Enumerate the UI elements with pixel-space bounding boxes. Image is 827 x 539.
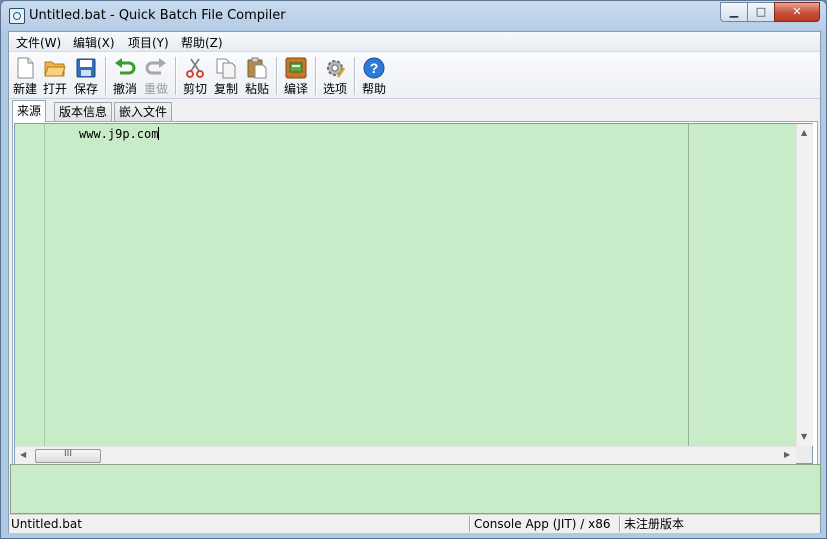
compile-box-icon bbox=[285, 57, 307, 79]
status-divider bbox=[619, 516, 620, 532]
help-button[interactable]: ? 帮助 bbox=[359, 55, 389, 97]
horizontal-scrollbar[interactable]: ◀ III ▶ bbox=[15, 446, 796, 464]
status-divider bbox=[469, 516, 470, 532]
cut-button[interactable]: 剪切 bbox=[180, 55, 210, 97]
caption-buttons: ▁ □ ✕ bbox=[720, 2, 820, 22]
status-mode: Console App (JIT) / x86 bbox=[474, 517, 611, 531]
window-title: Untitled.bat - Quick Batch File Compiler bbox=[29, 8, 286, 23]
options-gear-icon bbox=[327, 60, 346, 78]
menu-help[interactable]: 帮助(Z) bbox=[181, 34, 223, 51]
status-filename: Untitled.bat bbox=[11, 517, 82, 531]
undo-button[interactable]: 撤消 bbox=[110, 55, 140, 97]
copy-button[interactable]: 复制 bbox=[211, 55, 241, 97]
menu-project[interactable]: 项目(Y) bbox=[128, 34, 169, 51]
source-tab-panel: www.j9p.com ▲ ▼ ◀ III ▶ bbox=[12, 121, 818, 465]
save-button[interactable]: 保存 bbox=[71, 55, 101, 97]
vertical-scrollbar[interactable]: ▲ ▼ bbox=[796, 124, 813, 446]
save-label: 保存 bbox=[73, 82, 98, 96]
compile-label: 编译 bbox=[283, 82, 308, 96]
horizontal-scroll-thumb[interactable]: III bbox=[35, 449, 101, 463]
status-bar: Untitled.bat Console App (JIT) / x86 未注册… bbox=[9, 514, 820, 533]
text-caret bbox=[158, 127, 160, 140]
close-button[interactable]: ✕ bbox=[774, 2, 820, 22]
options-button[interactable]: 选项 bbox=[320, 55, 350, 97]
maximize-button[interactable]: □ bbox=[747, 2, 775, 22]
redo-label: 重做 bbox=[143, 82, 168, 96]
scroll-right-icon[interactable]: ▶ bbox=[784, 450, 790, 460]
code-line: www.j9p.com bbox=[79, 127, 160, 141]
maximize-icon: □ bbox=[755, 5, 767, 18]
right-margin-line bbox=[688, 124, 689, 446]
line-gutter bbox=[15, 124, 45, 446]
scroll-up-icon[interactable]: ▲ bbox=[801, 128, 807, 138]
status-registration: 未注册版本 bbox=[624, 517, 685, 531]
menu-bar: 文件(W) 编辑(X) 项目(Y) 帮助(Z) bbox=[9, 32, 820, 52]
undo-arrow-icon bbox=[115, 58, 136, 75]
help-question-icon: ? bbox=[363, 57, 385, 79]
app-icon[interactable] bbox=[9, 8, 25, 24]
scroll-left-icon[interactable]: ◀ bbox=[20, 450, 26, 460]
compile-button[interactable]: 编译 bbox=[281, 55, 311, 97]
tab-embedded-files[interactable]: 嵌入文件 bbox=[114, 102, 173, 121]
scissors-icon bbox=[186, 58, 204, 78]
paste-clipboard-icon bbox=[247, 57, 267, 79]
paste-label: 粘贴 bbox=[244, 82, 269, 96]
menu-file[interactable]: 文件(W) bbox=[16, 34, 61, 51]
scroll-down-icon[interactable]: ▼ bbox=[801, 432, 807, 442]
close-icon: ✕ bbox=[792, 5, 802, 18]
open-button[interactable]: 打开 bbox=[40, 55, 70, 97]
client-area: 文件(W) 编辑(X) 项目(Y) 帮助(Z) 新建 打开 保存 撤消 重做 剪… bbox=[8, 31, 821, 533]
new-file-icon bbox=[17, 57, 34, 79]
paste-button[interactable]: 粘贴 bbox=[242, 55, 272, 97]
code-editor[interactable]: www.j9p.com ▲ ▼ ◀ III ▶ bbox=[14, 123, 813, 464]
copy-icon bbox=[216, 58, 236, 79]
scrollbar-corner bbox=[796, 446, 812, 463]
redo-arrow-icon bbox=[145, 58, 166, 75]
code-line-text: www.j9p.com bbox=[79, 127, 159, 141]
save-disk-icon bbox=[76, 58, 96, 78]
tab-strip: 来源 版本信息 嵌入文件 bbox=[12, 100, 817, 122]
app-window: Untitled.bat - Quick Batch File Compiler… bbox=[0, 0, 827, 539]
tab-version-info[interactable]: 版本信息 bbox=[54, 102, 113, 121]
menu-edit[interactable]: 编辑(X) bbox=[73, 34, 115, 51]
tab-source[interactable]: 来源 bbox=[12, 100, 47, 122]
code-text-area[interactable]: www.j9p.com bbox=[45, 124, 688, 446]
minimize-button[interactable]: ▁ bbox=[720, 2, 748, 22]
svg-text:?: ? bbox=[370, 60, 379, 76]
minimize-icon: ▁ bbox=[729, 5, 739, 18]
open-folder-icon bbox=[44, 61, 66, 77]
help-label: 帮助 bbox=[361, 82, 386, 96]
redo-button[interactable]: 重做 bbox=[141, 55, 171, 97]
options-label: 选项 bbox=[322, 82, 347, 96]
scroll-grip: III bbox=[64, 449, 72, 459]
output-panel[interactable] bbox=[10, 464, 821, 514]
toolbar: 新建 打开 保存 撤消 重做 剪切 复制 粘贴 编译 选项 ? 帮助 bbox=[9, 52, 820, 99]
title-bar[interactable]: Untitled.bat - Quick Batch File Compiler… bbox=[1, 1, 826, 31]
